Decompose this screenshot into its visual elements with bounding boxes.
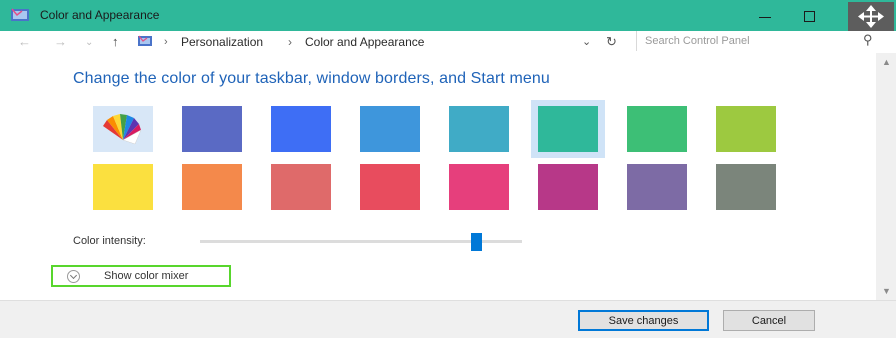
color-swatch-royal-blue[interactable] (264, 100, 338, 158)
address-bar-row: ← → ⌄ ↑ › Personalization › Color and Ap… (0, 31, 896, 53)
color-swatch-fill (449, 106, 509, 152)
color-swatch-fill (716, 106, 776, 152)
scroll-down-arrow-icon[interactable]: ▼ (882, 286, 891, 296)
color-swatch-sky-blue[interactable] (353, 100, 427, 158)
color-swatch-fill (360, 164, 420, 210)
address-dropdown-icon[interactable]: ⌄ (582, 35, 591, 48)
color-swatch-fill (271, 164, 331, 210)
search-icon[interactable]: ⚲ (863, 32, 873, 48)
color-swatch-green[interactable] (620, 100, 694, 158)
control-panel-icon (11, 8, 29, 21)
forward-arrow-icon[interactable]: → (54, 34, 67, 49)
color-swatch-fill (93, 106, 153, 152)
search-input[interactable] (645, 34, 845, 48)
up-arrow-icon[interactable]: ↑ (112, 34, 119, 49)
color-wheel-icon (103, 114, 142, 145)
title-bar: Color and Appearance (0, 0, 896, 31)
color-swatch-fill (182, 164, 242, 210)
show-color-mixer-toggle[interactable]: Show color mixer (51, 265, 231, 287)
maximize-button[interactable] (792, 3, 828, 29)
breadcrumb-separator: › (288, 35, 292, 49)
color-swatch-yellow[interactable] (86, 158, 160, 216)
show-color-mixer-label: Show color mixer (104, 270, 189, 282)
recent-locations-chevron-icon[interactable]: ⌄ (85, 37, 93, 48)
color-swatch-purple[interactable] (620, 158, 694, 216)
scroll-up-arrow-icon[interactable]: ▲ (882, 57, 891, 67)
back-arrow-icon[interactable]: ← (18, 34, 31, 49)
cancel-button[interactable]: Cancel (723, 310, 815, 331)
color-swatch-fill (360, 106, 420, 152)
main-content: Change the color of your taskbar, window… (0, 53, 896, 299)
search-box: ⚲ (636, 31, 878, 51)
color-swatch-red[interactable] (353, 158, 427, 216)
page-title: Change the color of your taskbar, window… (73, 70, 550, 87)
dialog-footer: Save changes Cancel (0, 300, 896, 338)
move-arrows-icon (858, 5, 884, 28)
color-swatch-fill (627, 164, 687, 210)
color-swatch-magenta[interactable] (531, 158, 605, 216)
move-window-button[interactable] (848, 2, 894, 31)
color-swatch-fill (182, 106, 242, 152)
color-and-appearance-window: Color and Appearance ← → ⌄ ↑ › Personali… (0, 0, 896, 338)
color-swatch-pink[interactable] (442, 158, 516, 216)
color-swatch-fill (93, 164, 153, 210)
breadcrumb-separator: › (164, 36, 168, 48)
color-swatch-fill (538, 106, 598, 152)
minimize-button[interactable] (748, 3, 784, 29)
breadcrumb-color-and-appearance[interactable]: Color and Appearance (305, 35, 424, 49)
color-swatch-fill (271, 106, 331, 152)
color-swatch-fill (449, 164, 509, 210)
color-swatch-salmon[interactable] (264, 158, 338, 216)
control-panel-breadcrumb-icon (138, 35, 152, 46)
color-swatch-lime[interactable] (709, 100, 783, 158)
window-title: Color and Appearance (40, 8, 160, 22)
color-intensity-label: Color intensity: (73, 235, 146, 247)
chevron-down-circle-icon (67, 270, 80, 283)
color-swatch-fill (716, 164, 776, 210)
save-changes-button[interactable]: Save changes (578, 310, 709, 331)
vertical-scrollbar[interactable]: ▲ ▼ (876, 53, 896, 300)
color-swatch-automatic[interactable] (86, 100, 160, 158)
color-swatch-cyan[interactable] (442, 100, 516, 158)
color-swatch-fill (538, 164, 598, 210)
refresh-icon[interactable]: ↻ (606, 34, 617, 50)
color-swatch-fill (627, 106, 687, 152)
color-swatch-blue-violet[interactable] (175, 100, 249, 158)
breadcrumb-personalization[interactable]: Personalization (181, 35, 263, 49)
color-swatch-teal[interactable] (531, 100, 605, 158)
color-swatch-orange[interactable] (175, 158, 249, 216)
color-intensity-slider-thumb[interactable] (471, 233, 483, 251)
color-swatch-gray-green[interactable] (709, 158, 783, 216)
